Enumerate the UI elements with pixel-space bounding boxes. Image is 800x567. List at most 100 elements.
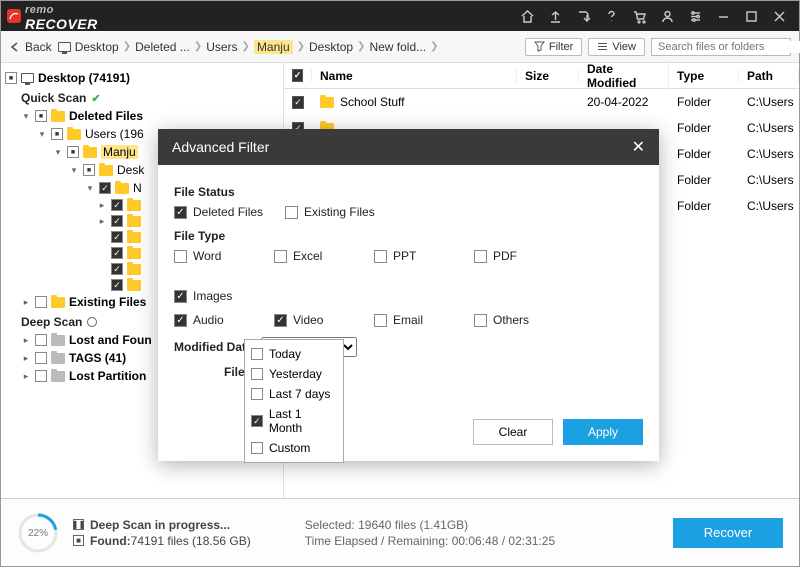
view-button[interactable]: View <box>588 38 645 56</box>
checkbox[interactable] <box>274 314 287 327</box>
chevron-right-icon[interactable]: ▸ <box>21 335 31 346</box>
clear-button[interactable]: Clear <box>473 419 553 445</box>
checkbox[interactable] <box>251 415 263 427</box>
checkbox[interactable] <box>374 250 387 263</box>
row-checkbox[interactable]: ✓ <box>292 96 304 109</box>
checkbox[interactable] <box>111 215 123 227</box>
checkbox[interactable] <box>99 182 111 194</box>
checkbox[interactable] <box>35 334 47 346</box>
help-icon[interactable] <box>597 2 625 30</box>
dropdown-option[interactable]: Custom <box>251 438 337 458</box>
chevron-down-icon[interactable]: ▾ <box>69 165 79 176</box>
modified-date-dropdown[interactable]: Today Yesterday Last 7 daysLast 1 MonthCus… <box>244 339 344 463</box>
checkbox[interactable] <box>251 442 263 454</box>
filter-checkbox[interactable]: Word <box>174 249 252 263</box>
chevron-right-icon[interactable]: ▸ <box>21 371 31 382</box>
home-icon[interactable] <box>513 2 541 30</box>
filter-checkbox[interactable]: PPT <box>374 249 452 263</box>
checkbox[interactable] <box>474 250 487 263</box>
table-row[interactable]: ✓ School Stuff 20-04-2022 Folder C:\User… <box>284 89 799 115</box>
checkbox[interactable] <box>35 110 47 122</box>
pause-icon[interactable]: ❚❚ <box>73 519 84 530</box>
checkbox[interactable] <box>51 128 63 140</box>
checkbox[interactable] <box>35 296 47 308</box>
chevron-down-icon[interactable]: ▾ <box>53 147 63 158</box>
folder-icon <box>51 297 65 308</box>
maximize-button[interactable] <box>737 2 765 30</box>
advanced-filter-dialog: Advanced Filter ✕ File Status Deleted Fi… <box>158 129 659 461</box>
filter-checkbox[interactable]: Excel <box>274 249 352 263</box>
column-date[interactable]: Date Modified <box>579 63 669 90</box>
checkbox[interactable] <box>174 290 187 303</box>
filter-checkbox[interactable]: Email <box>374 313 452 327</box>
column-size[interactable]: Size <box>517 69 579 83</box>
dropdown-option[interactable]: Today <box>251 344 337 364</box>
breadcrumb-item[interactable]: Deleted ... <box>135 40 190 54</box>
search-input[interactable] <box>658 41 800 53</box>
filter-checkbox[interactable]: Video <box>274 313 352 327</box>
checkbox[interactable] <box>285 206 298 219</box>
checkbox[interactable] <box>111 263 123 275</box>
search-box[interactable] <box>651 38 791 56</box>
select-all-checkbox[interactable]: ✓ <box>292 69 303 82</box>
close-button[interactable] <box>765 2 793 30</box>
checkbox[interactable] <box>67 146 79 158</box>
checkbox[interactable] <box>251 388 263 400</box>
checkbox[interactable] <box>174 314 187 327</box>
chevron-down-icon[interactable]: ▾ <box>37 129 47 140</box>
filter-checkbox[interactable]: Others <box>474 313 552 327</box>
column-path[interactable]: Path <box>739 69 799 83</box>
column-name[interactable]: Name <box>312 69 517 83</box>
filter-checkbox[interactable]: Images <box>174 289 252 303</box>
breadcrumb-item[interactable]: Users <box>206 40 237 54</box>
apply-button[interactable]: Apply <box>563 419 643 445</box>
checkbox[interactable] <box>5 72 17 84</box>
dropdown-option[interactable]: Last 7 days <box>251 384 337 404</box>
dropdown-option[interactable]: Yesterday <box>251 364 337 384</box>
settings-icon[interactable] <box>681 2 709 30</box>
stop-icon[interactable]: ■ <box>73 535 84 546</box>
chevron-right-icon[interactable]: ▸ <box>21 353 31 364</box>
checkbox[interactable] <box>111 199 123 211</box>
chevron-down-icon[interactable]: ▾ <box>21 111 31 122</box>
chevron-right-icon[interactable]: ▸ <box>97 216 107 227</box>
checkbox[interactable] <box>474 314 487 327</box>
dropdown-option[interactable]: Last 1 Month <box>251 404 337 438</box>
cart-icon[interactable] <box>625 2 653 30</box>
upload-icon[interactable] <box>541 2 569 30</box>
checkbox[interactable] <box>111 279 123 291</box>
filter-checkbox[interactable]: Deleted Files <box>174 205 263 219</box>
chevron-right-icon[interactable]: ▸ <box>97 200 107 211</box>
checkbox[interactable] <box>35 352 47 364</box>
column-type[interactable]: Type <box>669 69 739 83</box>
checkbox[interactable] <box>83 164 95 176</box>
checkbox[interactable] <box>251 368 263 380</box>
filter-checkbox[interactable]: Audio <box>174 313 252 327</box>
minimize-button[interactable] <box>709 2 737 30</box>
checkbox[interactable] <box>174 206 187 219</box>
tree-item[interactable]: ▾Deleted Files <box>1 107 283 125</box>
breadcrumb-item[interactable]: Manju <box>254 40 293 54</box>
checkbox[interactable] <box>251 348 263 360</box>
filter-button[interactable]: Filter <box>525 38 582 56</box>
user-icon[interactable] <box>653 2 681 30</box>
filter-checkbox[interactable]: PDF <box>474 249 552 263</box>
export-icon[interactable] <box>569 2 597 30</box>
breadcrumb-item[interactable]: Desktop <box>58 40 119 54</box>
close-icon[interactable]: ✕ <box>632 137 645 157</box>
back-button[interactable]: Back <box>9 40 52 54</box>
checkbox[interactable] <box>174 250 187 263</box>
chevron-down-icon[interactable]: ▾ <box>85 183 95 194</box>
breadcrumb-item[interactable]: New fold... <box>369 40 426 54</box>
checkbox[interactable] <box>111 247 123 259</box>
checkbox[interactable] <box>35 370 47 382</box>
breadcrumb-item[interactable]: Desktop <box>309 40 353 54</box>
tree-root[interactable]: Desktop (74191) <box>1 69 283 87</box>
chevron-right-icon[interactable]: ▸ <box>21 297 31 308</box>
option-label: Yesterday <box>269 367 322 381</box>
checkbox[interactable] <box>374 314 387 327</box>
checkbox[interactable] <box>274 250 287 263</box>
recover-button[interactable]: Recover <box>673 518 783 548</box>
checkbox[interactable] <box>111 231 123 243</box>
filter-checkbox[interactable]: Existing Files <box>285 205 375 219</box>
